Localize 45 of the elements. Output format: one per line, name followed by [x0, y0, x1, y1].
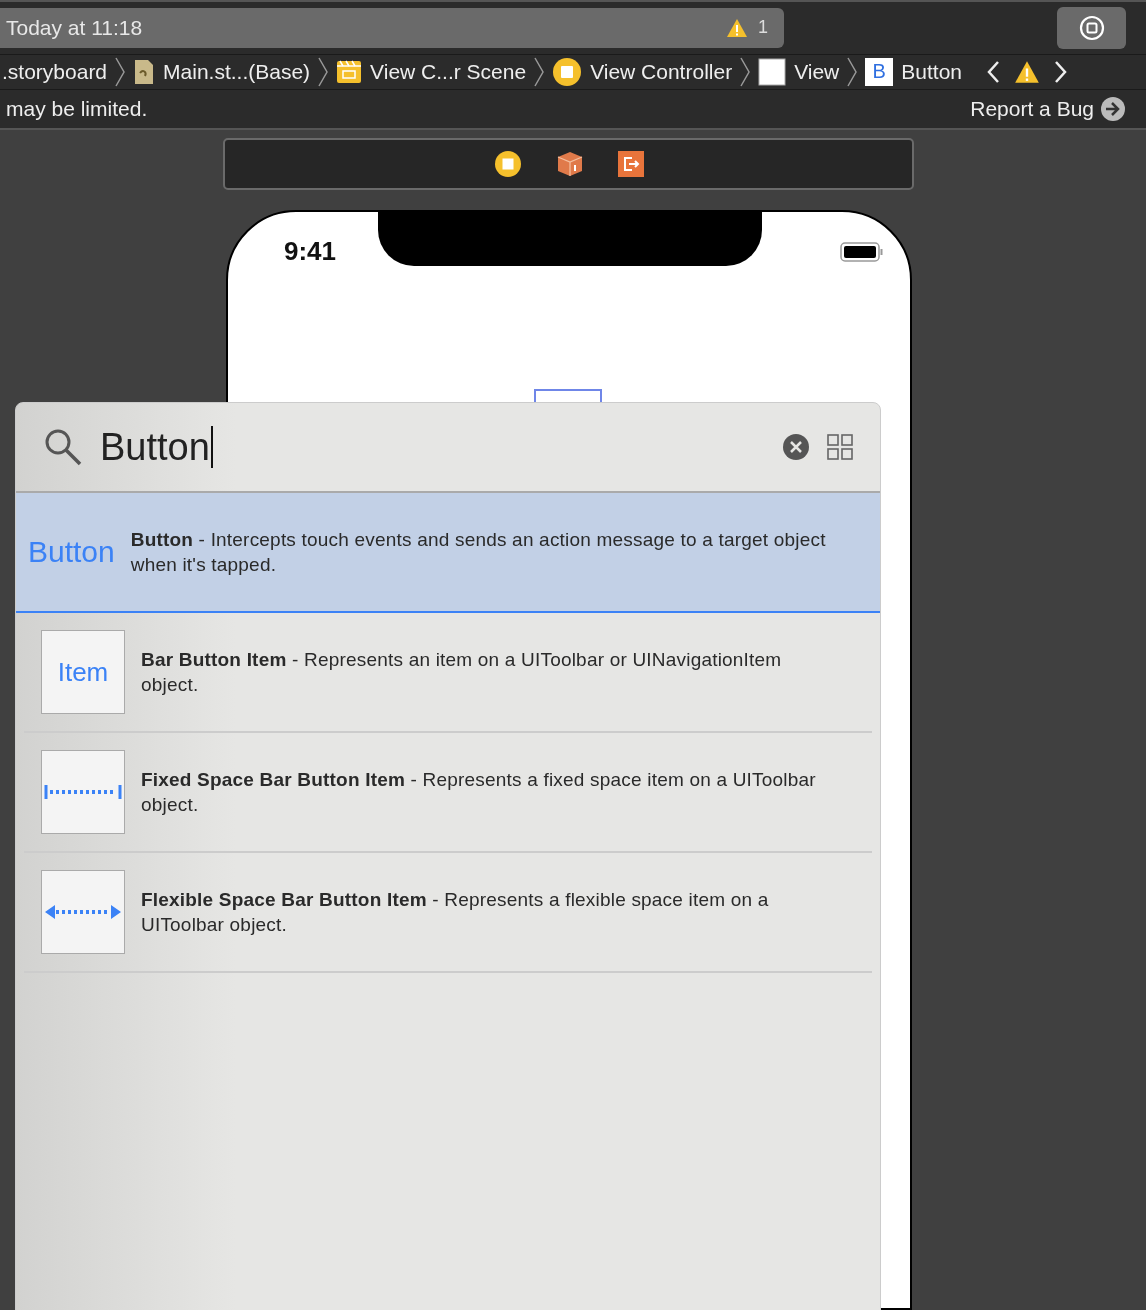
chevron-icon: [318, 56, 329, 87]
view-icon: [758, 57, 787, 86]
controller-icon[interactable]: [493, 150, 522, 178]
item-preview: Item: [41, 630, 125, 714]
library-item[interactable]: Item Bar Button Item - Represents an item on a UIToolbar or UINavigationItem object.: [24, 613, 872, 733]
chevron-icon: [115, 56, 126, 87]
breadcrumb-item[interactable]: B Button: [865, 57, 962, 86]
breadcrumb-item[interactable]: Main.st...(Base): [133, 58, 311, 85]
breadcrumb-item[interactable]: .storyboard: [2, 59, 108, 84]
breadcrumb-item[interactable]: View C...r Scene: [336, 58, 527, 85]
item-description: Button - Intercepts touch events and sends an action message to a target object when it's tapped.: [130, 528, 827, 577]
warning-count: 1: [758, 17, 768, 39]
cube-icon[interactable]: [555, 150, 584, 178]
status-time: 9:41: [284, 236, 337, 267]
stop-button[interactable]: [1057, 6, 1126, 49]
exit-icon[interactable]: [617, 151, 644, 177]
item-description: Fixed Space Bar Button Item - Represents a fixed space item on a UIToolbar object.: [141, 768, 817, 817]
warning-icon[interactable]: [1014, 59, 1040, 84]
breadcrumb-item[interactable]: View: [758, 57, 840, 86]
grid-icon[interactable]: [826, 433, 854, 461]
item-description: Flexible Space Bar Button Item - Represents a flexible space item on a UIToolbar object.: [141, 888, 770, 937]
status-text: Today at 11:18: [6, 15, 144, 40]
library-item[interactable]: Fixed Space Bar Button Item - Represents a fixed space item on a UIToolbar object.: [24, 733, 872, 853]
button-preview: Button: [28, 535, 115, 569]
item-description: Bar Button Item - Represents an item on a UIToolbar or UINavigationItem object.: [141, 648, 783, 697]
stop-icon: [1077, 13, 1106, 42]
scene-icon: [336, 58, 363, 85]
chevron-icon: [847, 56, 858, 87]
battery-icon: [840, 240, 884, 263]
back-icon[interactable]: [986, 59, 1000, 84]
info-message: may be limited.: [6, 96, 148, 121]
flexible-space-icon: [41, 870, 125, 954]
report-bug-link[interactable]: Report a Bug: [970, 95, 1126, 122]
search-field[interactable]: Button: [100, 425, 766, 469]
controller-icon: [552, 56, 583, 87]
button-icon: B: [865, 57, 894, 86]
library-item[interactable]: Flexible Space Bar Button Item - Represents a flexible space item on a UIToolbar object.: [24, 853, 872, 973]
chevron-icon: [534, 56, 545, 87]
forward-icon[interactable]: [1054, 59, 1068, 84]
chevron-icon: [740, 56, 751, 87]
file-icon: [133, 58, 156, 85]
clear-icon[interactable]: [782, 433, 810, 461]
fixed-space-icon: [41, 750, 125, 834]
library-item[interactable]: Button Button - Intercepts touch events and sends an action message to a target object when it's tapped.: [16, 493, 880, 613]
breadcrumb-item[interactable]: View Controller: [552, 56, 733, 87]
